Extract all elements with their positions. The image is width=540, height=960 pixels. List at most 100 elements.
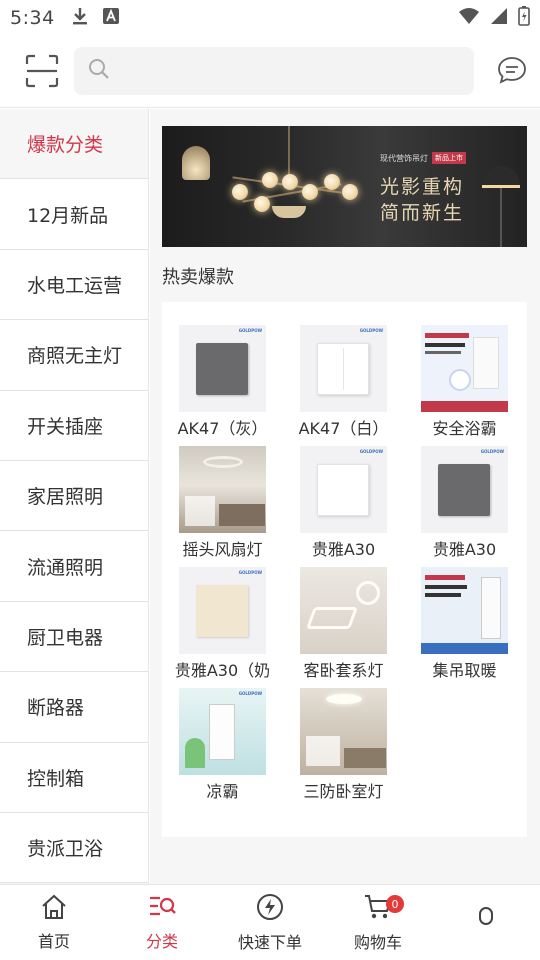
ceiling-light-round: [356, 581, 380, 605]
product-item[interactable]: GOLDPOW 贵雅A30（奶: [162, 544, 283, 680]
promo-text-bar: [425, 585, 467, 589]
search-box[interactable]: [74, 47, 474, 95]
status-system-icons: [458, 6, 530, 30]
main-content: 现代营饰吊灯 新品上市 光影重构 简而新生 热卖爆款 GOLDPOW AK47（…: [150, 109, 540, 884]
search-input[interactable]: [118, 61, 458, 81]
white-double-switch-panel: [317, 343, 369, 395]
sidebar-item-december-new[interactable]: 12月新品: [0, 179, 148, 250]
product-item[interactable]: 集吊取暖: [404, 544, 525, 680]
chandelier-rod: [288, 126, 290, 176]
feature-labels: [306, 736, 340, 766]
promo-banner[interactable]: 现代营饰吊灯 新品上市 光影重构 简而新生: [162, 126, 527, 247]
product-image: GOLDPOW: [300, 325, 387, 412]
ceiling-light: [326, 694, 362, 704]
message-button[interactable]: [496, 56, 528, 88]
sidebar-item-bathroom[interactable]: 贵派卫浴: [0, 812, 148, 884]
product-item[interactable]: GOLDPOW 凉霸: [162, 665, 283, 801]
product-image: GOLDPOW: [179, 567, 266, 654]
product-item[interactable]: 客卧套系灯: [283, 544, 404, 680]
sidebar-item-control-box[interactable]: 控制箱: [0, 742, 148, 813]
sidebar-item-hot-category[interactable]: 爆款分类: [0, 109, 148, 180]
chandelier-bulb: [254, 196, 270, 212]
scan-icon: [25, 54, 59, 92]
banner-title-line2: 简而新生: [380, 202, 465, 224]
chandelier-bulb: [262, 172, 278, 188]
nav-home[interactable]: 首页: [0, 885, 108, 960]
product-item[interactable]: 摇头风扇灯: [162, 423, 283, 559]
product-image: [421, 325, 508, 412]
chandelier-bulb: [324, 174, 340, 190]
ceiling-light-square: [305, 607, 359, 629]
chandelier-bulb: [302, 184, 318, 200]
banner-title: 光影重构 简而新生: [380, 174, 464, 226]
product-item[interactable]: 三防卧室灯: [283, 665, 404, 801]
nav-profile[interactable]: [432, 885, 540, 960]
status-time: 5:34: [10, 7, 55, 29]
sidebar-item-switch-socket[interactable]: 开关插座: [0, 390, 148, 461]
bed-graphic: [219, 504, 265, 526]
brand-logo: GOLDPOW: [359, 449, 383, 454]
status-notifications: [71, 6, 119, 30]
nav-category-label: 分类: [145, 931, 178, 951]
product-item[interactable]: 安全浴霸: [404, 302, 525, 438]
gray-switch-panel: [438, 464, 490, 516]
banner-tag: 新品上市: [432, 152, 466, 164]
plant-graphic: [185, 738, 205, 768]
download-icon: [71, 6, 89, 30]
chandelier-bulb: [342, 184, 358, 200]
feature-labels: [185, 496, 215, 526]
search-icon: [88, 58, 110, 84]
sidebar-item-retail-lighting[interactable]: 流通照明: [0, 531, 148, 602]
font-a-icon: [102, 8, 119, 28]
brand-logo: GOLDPOW: [238, 328, 262, 333]
product-image: GOLDPOW: [421, 446, 508, 533]
chandelier-bulb: [282, 174, 298, 190]
sidebar-item-home-lighting[interactable]: 家居照明: [0, 460, 148, 532]
promo-footer: [421, 643, 508, 654]
product-image: [421, 567, 508, 654]
floor-lamp-pole: [500, 188, 502, 247]
product-item[interactable]: GOLDPOW 贵雅A30: [404, 423, 525, 559]
nav-category[interactable]: 分类: [108, 885, 216, 960]
banner-title-line1: 光影重构: [380, 176, 465, 198]
nav-quick-order[interactable]: 快速下单: [216, 885, 324, 960]
banner-small-text: 现代营饰吊灯: [380, 153, 428, 163]
promo-stripe: [425, 333, 469, 338]
gray-switch-panel: [196, 343, 248, 395]
battery-icon: [518, 6, 530, 30]
cooler-unit: [209, 704, 235, 760]
floor-lamp-graphic: [482, 166, 520, 188]
bath-heater-unit: [473, 337, 499, 389]
product-name: 凉霸: [206, 782, 239, 801]
bed-graphic: [344, 748, 386, 768]
product-item[interactable]: GOLDPOW 贵雅A30: [283, 423, 404, 559]
nav-quick-order-label: 快速下单: [237, 932, 302, 952]
wifi-icon: [458, 7, 480, 29]
category-sidebar: 爆款分类 12月新品 水电工运营 商照无主灯 开关插座 家居照明 流通照明 厨卫…: [0, 109, 149, 884]
brand-logo: GOLDPOW: [359, 328, 383, 333]
product-image: [300, 688, 387, 775]
chandelier-bowl: [272, 206, 306, 218]
promo-stripe: [425, 575, 465, 580]
product-image: GOLDPOW: [179, 325, 266, 412]
home-icon: [40, 894, 68, 924]
sidebar-item-commercial-lighting[interactable]: 商照无主灯: [0, 320, 148, 391]
product-item[interactable]: GOLDPOW AK47（灰）: [162, 302, 283, 438]
nav-cart[interactable]: 0 购物车: [324, 885, 432, 960]
product-name: 三防卧室灯: [303, 782, 384, 801]
search-header: [0, 36, 540, 108]
product-name: 集吊取暖: [432, 661, 497, 680]
sidebar-item-circuit-breaker[interactable]: 断路器: [0, 672, 148, 743]
fan-light: [203, 456, 243, 468]
chandelier-bulb: [232, 184, 248, 200]
product-item[interactable]: GOLDPOW AK47（白）: [283, 302, 404, 438]
promo-text-bar: [425, 343, 465, 347]
status-bar: 5:34: [0, 0, 540, 36]
brand-logo: GOLDPOW: [238, 691, 262, 696]
scan-button[interactable]: [24, 54, 60, 92]
product-image: [300, 567, 387, 654]
sidebar-item-kitchen-bath[interactable]: 厨卫电器: [0, 601, 148, 673]
sidebar-item-electrician-ops[interactable]: 水电工运营: [0, 249, 148, 321]
heater-unit: [481, 577, 501, 639]
signal-icon: [490, 7, 508, 29]
